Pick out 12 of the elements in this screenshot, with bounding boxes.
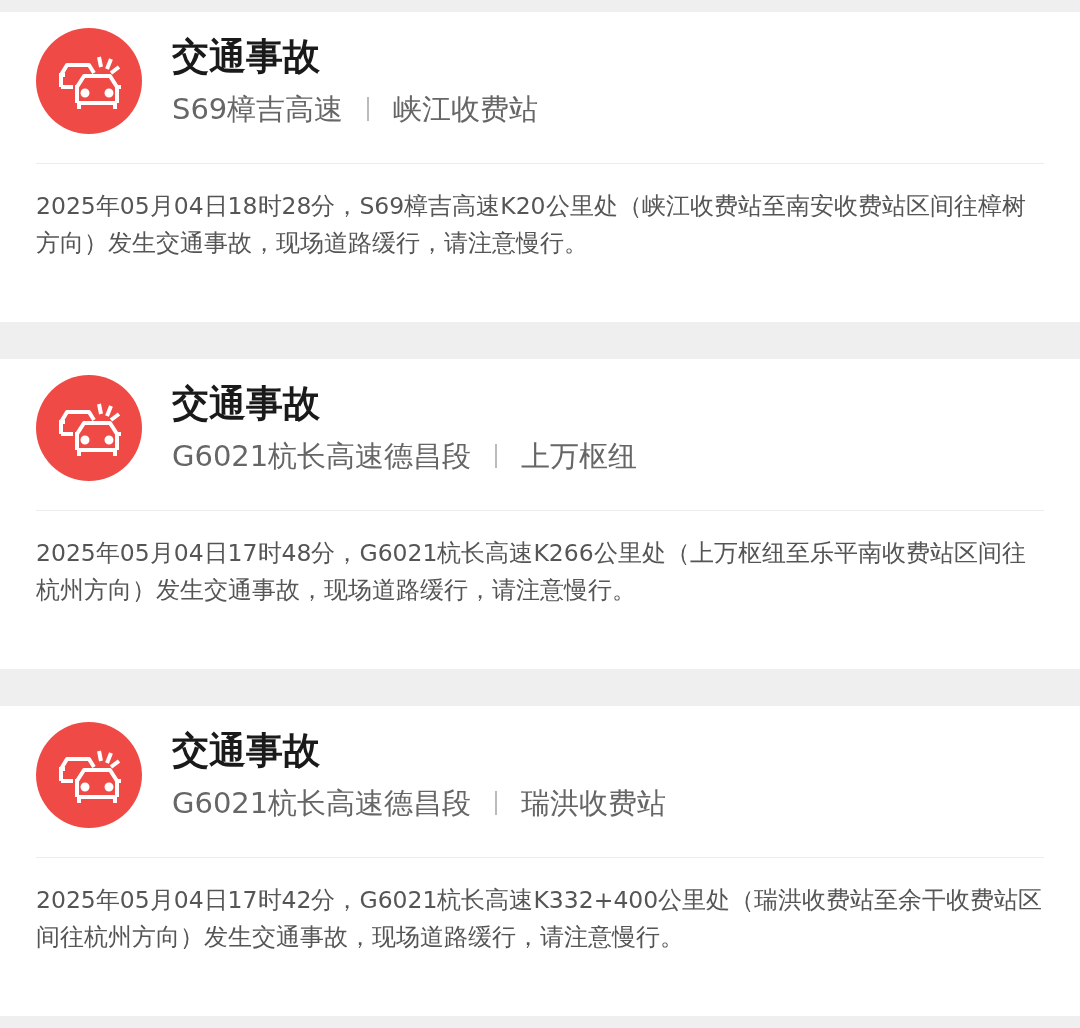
incident-title: 交通事故 — [172, 729, 321, 774]
location-name: 峡江收费站 — [393, 91, 539, 127]
location-name: 上万枢纽 — [521, 438, 638, 474]
road-name: S69樟吉高速 — [172, 91, 344, 127]
road-name: G6021杭长高速德昌段 — [172, 785, 472, 821]
location-name: 瑞洪收费站 — [521, 785, 667, 821]
road-name: G6021杭长高速德昌段 — [172, 438, 472, 474]
incident-description: 2025年05月04日17时42分，G6021杭长高速K332+400公里处（瑞洪收费站至余干收费站区间往杭州方向）发生交通事故，现场道路缓行，请注意慢行。 — [36, 885, 1044, 953]
incident-description: 2025年05月04日17时48分，G6021杭长高速K266公里处（上万枢纽至乐平南收费站区间往杭州方向）发生交通事故，现场道路缓行，请注意慢行。 — [36, 538, 1027, 606]
incident-description: 2025年05月04日18时28分，S69樟吉高速K20公里处（峡江收费站至南安收费站区间往樟树方向）发生交通事故，现场道路缓行，请注意慢行。 — [36, 191, 1027, 259]
incident-title: 交通事故 — [172, 35, 321, 80]
incident-title: 交通事故 — [172, 382, 321, 427]
